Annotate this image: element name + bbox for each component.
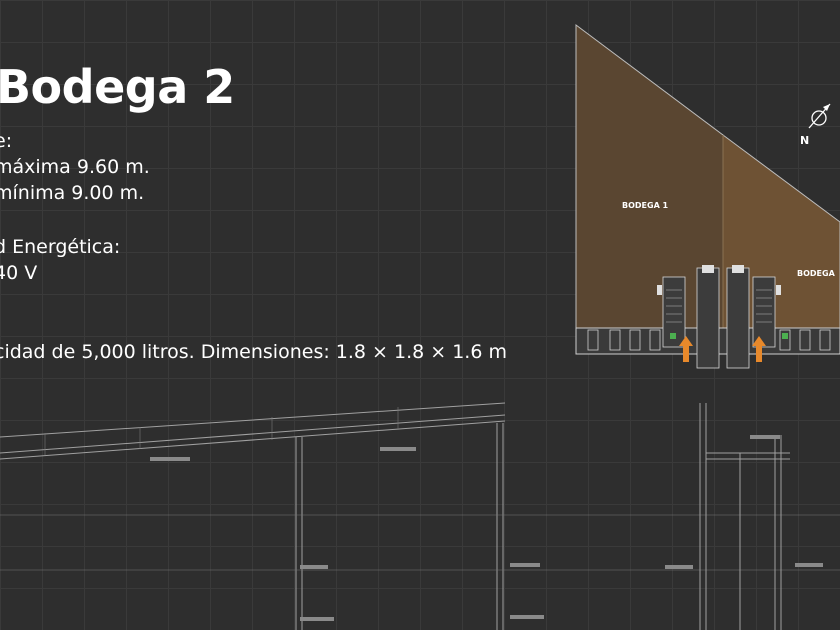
north-arrow-icon: N [800, 103, 831, 147]
north-label: N [800, 134, 809, 147]
bodega-2-label: BODEGA [797, 269, 836, 278]
structural-section-drawing [0, 402, 840, 630]
bodega-1-label: BODEGA 1 [622, 201, 669, 210]
